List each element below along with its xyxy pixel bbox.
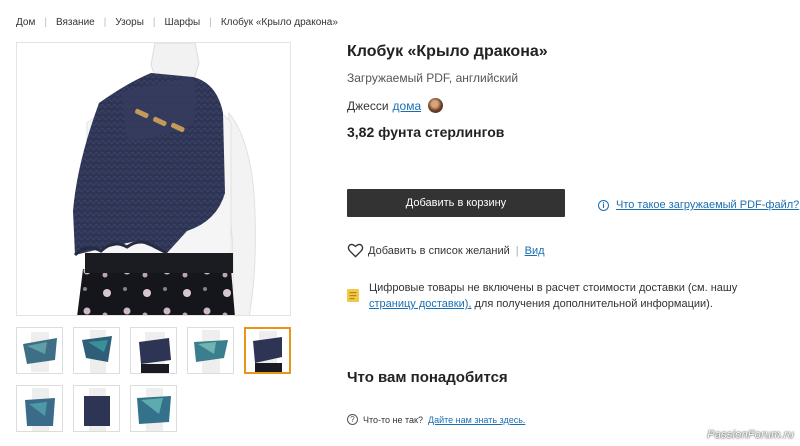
breadcrumb-separator: | [152,17,156,28]
shipping-text-before: Цифровые товары не включены в расчет сто… [369,282,738,294]
question-icon: ? [347,414,358,425]
breadcrumb-item-home[interactable]: Дом [16,17,35,28]
thumbnail-image[interactable] [187,327,234,374]
thumbnail-image[interactable] [130,327,177,374]
pdf-info-label[interactable]: Что такое загружаемый PDF-файл? [616,199,799,211]
thumbnail-photo [17,328,62,373]
add-to-wishlist-link[interactable]: Добавить в список желаний [368,245,510,257]
thumbnail-photo [74,328,119,373]
add-to-cart-button[interactable]: Добавить в корзину [347,189,565,217]
thumbnail-photo [246,329,289,372]
thumbnail-image[interactable] [73,385,120,432]
thumbnail-photo [74,386,119,431]
breadcrumb-item-current: Клобук «Крыло дракона» [220,17,338,28]
document-icon [347,289,359,302]
breadcrumb-separator: | [103,17,107,28]
avatar[interactable] [428,98,444,113]
thumbnail-photo [131,386,176,431]
thumbnail-photo [131,328,176,373]
thumbnail-image-active[interactable] [244,327,291,374]
breadcrumb-item-patterns[interactable]: Узоры [115,17,144,28]
breadcrumb-separator: | [209,17,212,28]
product-price: 3,82 фунта стерлингов [347,124,505,140]
mannequin-illustration [17,43,290,315]
shipping-text: Цифровые товары не включены в расчет сто… [369,280,777,312]
thumbnail-image[interactable] [16,327,63,374]
product-title: Клобук «Крыло дракона» [347,43,548,60]
heart-icon[interactable] [347,243,364,258]
report-question: Что-то не так? [363,414,423,425]
breadcrumb-item-scarves[interactable]: Шарфы [165,17,201,28]
info-icon: i [598,199,609,211]
thumbnail-image[interactable] [16,385,63,432]
product-main-image[interactable] [16,42,291,316]
breadcrumb: Дом | Вязание | Узоры | Шарфы | Клобук «… [16,17,338,28]
divider: | [515,244,519,257]
thumbnail-photo [188,328,233,373]
product-format: Загружаемый PDF, английский [347,71,519,85]
designer-name: Джесси [347,98,389,113]
report-issue-line: ? Что-то не так? Дайте нам знать здесь. [347,414,525,425]
thumbnail-photo [17,386,62,431]
designer-link[interactable]: дома [393,99,422,113]
report-issue-link[interactable]: Дайте нам знать здесь. [428,415,525,425]
wishlist-row: Добавить в список желаний | Вид [347,243,545,258]
view-wishlist-link[interactable]: Вид [525,245,545,257]
what-you-need-heading: Что вам понадобится [347,369,508,386]
shipping-page-link[interactable]: страницу доставки), [369,298,471,310]
designer-line: Джесси дома [347,98,444,113]
watermark: PassionForum.ru [707,429,794,441]
pdf-info-link[interactable]: i Что такое загружаемый PDF-файл? [598,199,799,211]
breadcrumb-separator: | [44,17,47,28]
thumbnail-image[interactable] [130,385,177,432]
thumbnail-image[interactable] [73,327,120,374]
shipping-note: Цифровые товары не включены в расчет сто… [347,280,777,312]
breadcrumb-item-knitting[interactable]: Вязание [56,17,95,28]
shipping-text-after: для получения дополнительной информации)… [471,298,713,310]
